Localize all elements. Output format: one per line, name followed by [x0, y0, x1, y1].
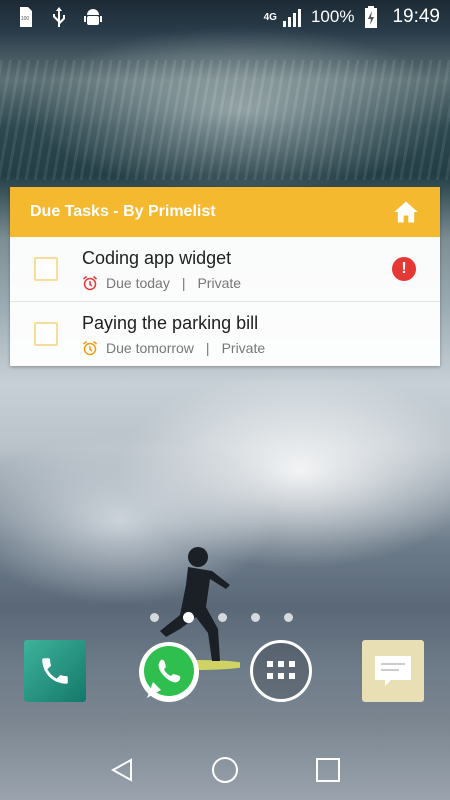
alert-icon: !: [392, 257, 416, 281]
alarm-clock-icon: [83, 275, 97, 290]
task-visibility: Private: [197, 274, 242, 291]
status-bar: 100 4G 100% 19:49: [0, 0, 450, 34]
task-due: Due today: [106, 274, 170, 291]
app-drawer-icon[interactable]: [250, 640, 312, 702]
task-title: Paying the parking bill: [82, 312, 259, 333]
task-checkbox[interactable]: [34, 322, 58, 346]
meta-separator: |: [181, 274, 186, 291]
clock: 19:49: [392, 6, 440, 27]
usb-icon: [48, 6, 70, 28]
home-icon[interactable]: [392, 198, 420, 226]
page-dot: [218, 613, 227, 622]
page-dot-active: [183, 612, 194, 623]
battery-charging-icon: [360, 6, 382, 28]
signal-icon: [282, 6, 305, 28]
alarm-clock-icon: [83, 340, 97, 355]
page-dot: [284, 613, 293, 622]
page-dot: [150, 613, 159, 622]
back-icon[interactable]: [106, 754, 138, 786]
due-tasks-widget: Due Tasks - By Primelist Coding app widg…: [10, 187, 440, 366]
network-type: 4G: [263, 11, 277, 23]
home-button-icon[interactable]: [209, 754, 241, 786]
battery-percent: 100%: [310, 7, 355, 26]
whatsapp-icon[interactable]: [137, 640, 201, 704]
task-due: Due tomorrow: [106, 339, 194, 356]
sd-card-icon: 100: [14, 6, 36, 28]
widget-title: Due Tasks - By Primelist: [30, 203, 216, 220]
meta-separator: |: [205, 339, 210, 356]
widget-header[interactable]: Due Tasks - By Primelist: [10, 187, 440, 237]
svg-text:100: 100: [21, 16, 30, 22]
android-debug-icon: [82, 6, 104, 28]
dock: [0, 640, 450, 706]
task-checkbox[interactable]: [34, 257, 58, 281]
task-row[interactable]: Coding app widget Due today | Private !: [10, 237, 440, 302]
page-indicator: [150, 612, 293, 623]
task-row[interactable]: Paying the parking bill Due tomorrow | P…: [10, 302, 440, 366]
recents-icon[interactable]: [312, 754, 344, 786]
task-title: Coding app widget: [82, 247, 232, 268]
phone-icon[interactable]: [24, 640, 86, 702]
navigation-bar: [0, 740, 450, 800]
page-dot: [251, 613, 260, 622]
messages-icon[interactable]: [362, 640, 424, 702]
task-visibility: Private: [221, 339, 266, 356]
